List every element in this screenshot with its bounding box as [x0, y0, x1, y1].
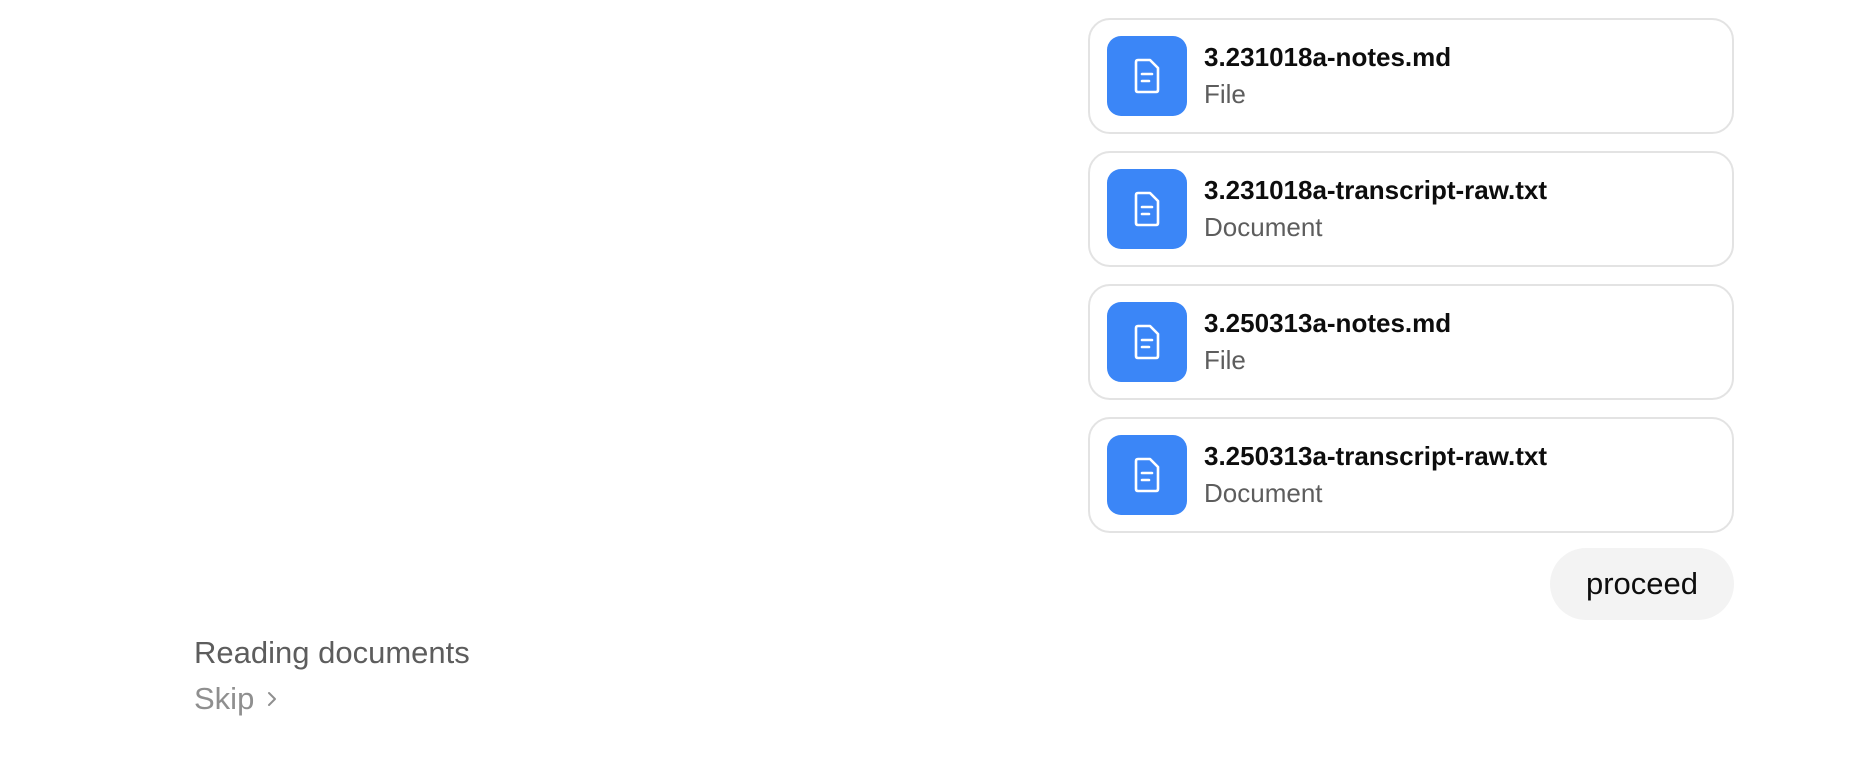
attachment-name: 3.231018a-notes.md: [1204, 42, 1452, 72]
user-message-bubble: proceed: [1550, 548, 1734, 620]
attachment-type: File: [1204, 79, 1246, 109]
attachment-name: 3.231018a-transcript-raw.txt: [1204, 175, 1547, 205]
skip-button[interactable]: Skip: [194, 678, 470, 720]
attachment-card[interactable]: 3.231018a-transcript-raw.txt Document: [1088, 151, 1734, 267]
attachment-card[interactable]: 3.250313a-transcript-raw.txt Document: [1088, 417, 1734, 533]
reading-status: Reading documents Skip: [194, 632, 470, 720]
attachment-type: File: [1204, 345, 1246, 375]
attachment-name: 3.250313a-transcript-raw.txt: [1204, 441, 1547, 471]
document-icon: [1107, 36, 1187, 116]
attachment-meta: 3.231018a-transcript-raw.txt Document: [1204, 173, 1547, 245]
attachment-meta: 3.231018a-notes.md File: [1204, 40, 1451, 112]
attachment-meta: 3.250313a-notes.md File: [1204, 306, 1451, 378]
attachment-card[interactable]: 3.250313a-notes.md File: [1088, 284, 1734, 400]
skip-label: Skip: [194, 681, 255, 716]
attachment-type: Document: [1204, 478, 1323, 508]
chat-page: 3.231018a-notes.md File 3.231018a-transc…: [0, 0, 1876, 780]
chevron-right-icon: [266, 689, 278, 709]
document-icon: [1107, 435, 1187, 515]
attachment-card[interactable]: 3.231018a-notes.md File: [1088, 18, 1734, 134]
attachment-list: 3.231018a-notes.md File 3.231018a-transc…: [1088, 18, 1734, 533]
attachment-type: Document: [1204, 212, 1323, 242]
attachment-name: 3.250313a-notes.md: [1204, 308, 1452, 338]
document-icon: [1107, 169, 1187, 249]
document-icon: [1107, 302, 1187, 382]
status-title: Reading documents: [194, 635, 470, 670]
attachment-meta: 3.250313a-transcript-raw.txt Document: [1204, 439, 1547, 511]
